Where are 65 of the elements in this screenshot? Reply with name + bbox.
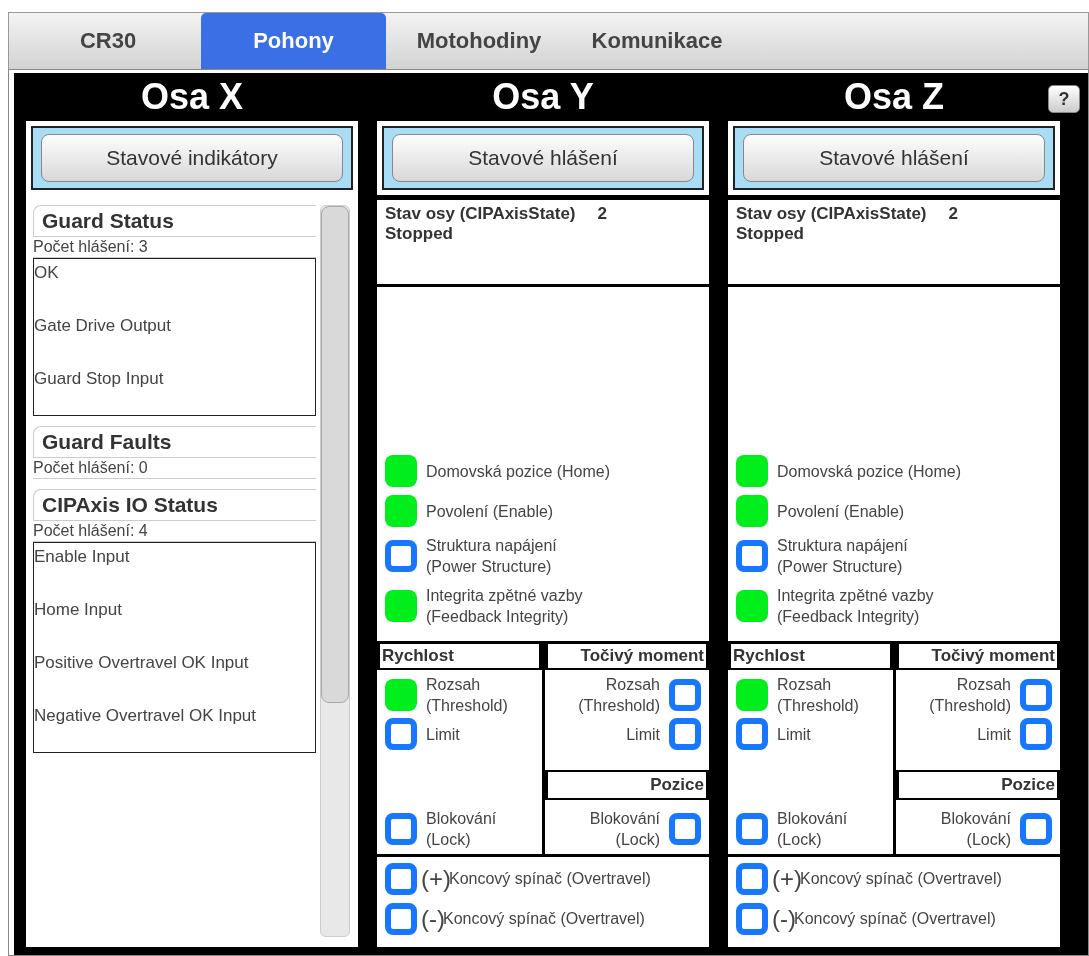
indicator-label: Limit: [426, 724, 460, 745]
indicator-label: Blokování (Lock): [777, 809, 848, 850]
axis-title: Osa X: [139, 75, 245, 119]
tab[interactable]: Komunikace: [572, 13, 742, 69]
section-heading: Rychlost: [380, 644, 539, 668]
indicator-label: Limit: [626, 724, 660, 745]
indicator-label: Blokování (Lock): [940, 809, 1011, 850]
axis-title: Osa Z: [842, 75, 945, 119]
indicator-label: Koncový spínač (Overtravel): [794, 910, 996, 927]
indicator-label: Koncový spínač (Overtravel): [800, 870, 1002, 887]
indicator-label: Rozsah (Threshold): [578, 675, 660, 716]
indicator-label: Koncový spínač (Overtravel): [443, 910, 645, 927]
state-code: 2: [597, 204, 607, 224]
section-heading: Pozice: [898, 772, 1057, 798]
group-title: CIPAxis IO Status: [33, 489, 316, 521]
state-text: Stopped: [385, 224, 454, 244]
state-text: Stopped: [736, 224, 805, 244]
indicator-label: Domovská pozice (Home): [777, 461, 962, 482]
indicator-label: Rozsah (Threshold): [777, 675, 859, 716]
status-button[interactable]: Stavové indikátory: [41, 134, 343, 182]
indicator-label: Integrita zpětné vazby (Feedback Integrity): [777, 586, 934, 627]
state-code: 2: [948, 204, 958, 224]
indicator-label: Domovská pozice (Home): [426, 461, 611, 482]
indicator-label: Limit: [777, 724, 811, 745]
message-item: Home Input: [34, 599, 123, 621]
indicator-label: Povolení (Enable): [777, 501, 905, 522]
sign-label: (-): [421, 905, 445, 933]
group-title: Guard Faults: [33, 426, 316, 458]
section-heading: Točivý moment: [547, 644, 706, 668]
section-heading: Točivý moment: [898, 644, 1057, 668]
indicator-label: Povolení (Enable): [426, 501, 554, 522]
tab[interactable]: CR30: [23, 13, 193, 69]
sign-label: (+): [772, 865, 802, 893]
message-item: Negative Overtravel OK Input: [34, 705, 258, 727]
indicator-label: Rozsah (Threshold): [929, 675, 1011, 716]
state-label: Stav osy (CIPAxisState): [736, 204, 927, 224]
group-title: Guard Status: [33, 205, 316, 237]
status-button[interactable]: Stavové hlášení: [743, 134, 1045, 182]
message-item: Guard Stop Input: [34, 368, 165, 390]
help-button[interactable]: ?: [1048, 85, 1080, 113]
message-count: Počet hlášení: 4: [33, 521, 316, 542]
axis-title: Osa Y: [491, 75, 595, 119]
state-label: Stav osy (CIPAxisState): [385, 204, 576, 224]
indicator-label: Blokování (Lock): [426, 809, 497, 850]
message-item: Enable Input: [34, 546, 131, 568]
section-heading: Rychlost: [731, 644, 890, 668]
indicator-label: Rozsah (Threshold): [426, 675, 508, 716]
indicator-label: Blokování (Lock): [589, 809, 660, 850]
indicator-label: Koncový spínač (Overtravel): [449, 870, 651, 887]
indicator-label: Limit: [977, 724, 1011, 745]
sign-label: (-): [772, 905, 796, 933]
scrollbar[interactable]: [320, 205, 350, 937]
tab[interactable]: Motohodiny: [394, 13, 564, 69]
message-count: Počet hlášení: 0: [33, 458, 316, 479]
tab[interactable]: Pohony: [201, 13, 386, 69]
indicator-label: Integrita zpětné vazby (Feedback Integrity): [426, 586, 583, 627]
message-item: Positive Overtravel OK Input: [34, 652, 250, 674]
sign-label: (+): [421, 865, 451, 893]
section-heading: Pozice: [547, 772, 706, 798]
message-count: Počet hlášení: 3: [33, 237, 316, 258]
message-item: Gate Drive Output: [34, 315, 172, 337]
status-button[interactable]: Stavové hlášení: [392, 134, 694, 182]
indicator-label: Struktura napájení (Power Structure): [777, 536, 908, 577]
message-item: OK: [34, 262, 60, 284]
indicator-label: Struktura napájení (Power Structure): [426, 536, 557, 577]
